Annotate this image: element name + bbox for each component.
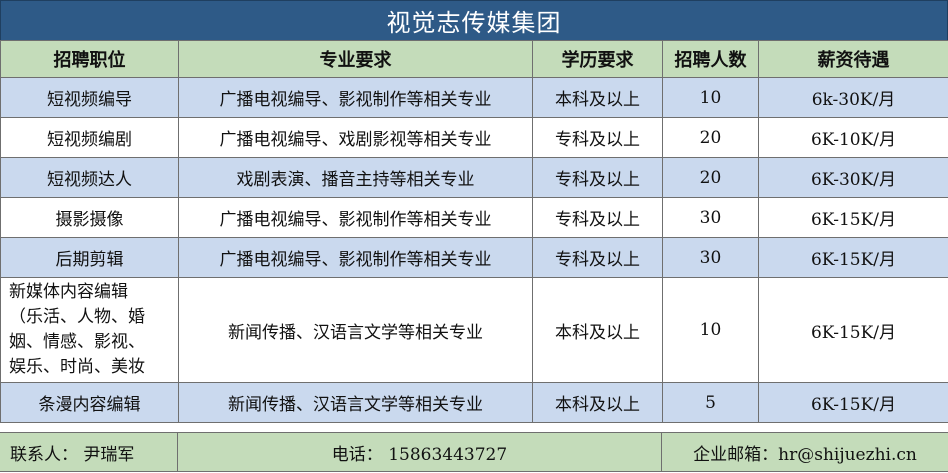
table-row: 短视频编剧 广播电视编导、戏剧影视等相关专业 专科及以上 20 6K-10K/月	[0, 117, 948, 158]
cell-count: 30	[662, 197, 759, 238]
table-row: 后期剪辑 广播电视编导、影视制作等相关专业 专科及以上 30 6K-15K/月	[0, 237, 948, 278]
cell-major: 广播电视编导、影视制作等相关专业	[178, 197, 533, 238]
cell-salary: 6K-30K/月	[758, 157, 948, 198]
position-line: 姻、情感、影视、	[9, 332, 145, 352]
position-line: 娱乐、时尚、美妆	[9, 357, 145, 377]
cell-education: 本科及以上	[532, 382, 663, 423]
table-row: 新媒体内容编辑 （乐活、人物、婚 姻、情感、影视、 娱乐、时尚、美妆 新闻传播、…	[0, 277, 948, 383]
contact-email: 企业邮箱：hr@shijuezhi.cn	[693, 444, 917, 465]
cell-position: 短视频编剧	[0, 117, 179, 158]
cell-major: 新闻传播、汉语言文学等相关专业	[178, 382, 533, 423]
company-title: 视觉志传媒集团	[0, 0, 948, 41]
cell-education: 专科及以上	[532, 237, 663, 278]
cell-major: 广播电视编导、戏剧影视等相关专业	[178, 117, 533, 158]
header-education: 学历要求	[532, 40, 663, 78]
contact-phone: 电话： 15863443727	[178, 433, 662, 471]
cell-salary: 6K-15K/月	[758, 197, 948, 238]
position-line: 新媒体内容编辑	[9, 282, 128, 302]
header-row: 招聘职位 专业要求 学历要求 招聘人数 薪资待遇	[0, 40, 948, 78]
cell-position-multiline: 新媒体内容编辑 （乐活、人物、婚 姻、情感、影视、 娱乐、时尚、美妆	[0, 277, 179, 383]
cell-salary: 6k-30K/月	[758, 77, 948, 118]
cell-salary: 6K-15K/月	[758, 237, 948, 278]
cell-count: 10	[662, 277, 759, 383]
cell-major: 戏剧表演、播音主持等相关专业	[178, 157, 533, 198]
position-line: （乐活、人物、婚	[9, 307, 145, 327]
cell-position: 条漫内容编辑	[0, 382, 179, 423]
cell-education: 专科及以上	[532, 117, 663, 158]
contact-person: 联系人： 尹瑞军	[0, 433, 178, 471]
table-row: 短视频达人 戏剧表演、播音主持等相关专业 专科及以上 20 6K-30K/月	[0, 157, 948, 198]
cell-count: 10	[662, 77, 759, 118]
cell-position: 摄影摄像	[0, 197, 179, 238]
header-count: 招聘人数	[662, 40, 759, 78]
table-row: 条漫内容编辑 新闻传播、汉语言文学等相关专业 本科及以上 5 6K-15K/月	[0, 382, 948, 423]
recruitment-sheet: 视觉志传媒集团 招聘职位 专业要求 学历要求 招聘人数 薪资待遇 短视频编导 广…	[0, 0, 948, 473]
header-salary: 薪资待遇	[758, 40, 948, 78]
cell-count: 20	[662, 157, 759, 198]
cell-education: 专科及以上	[532, 157, 663, 198]
cell-count: 30	[662, 237, 759, 278]
recruitment-table: 招聘职位 专业要求 学历要求 招聘人数 薪资待遇 短视频编导 广播电视编导、影视…	[0, 40, 948, 423]
cell-salary: 6K-15K/月	[758, 277, 948, 383]
cell-count: 20	[662, 117, 759, 158]
cell-position: 后期剪辑	[0, 237, 179, 278]
cell-education: 专科及以上	[532, 197, 663, 238]
cell-education: 本科及以上	[532, 277, 663, 383]
cell-count: 5	[662, 382, 759, 423]
cell-position: 短视频编导	[0, 77, 179, 118]
contact-footer: 联系人： 尹瑞军 电话： 15863443727 企业邮箱：hr@shijuez…	[0, 432, 948, 472]
cell-major: 广播电视编导、影视制作等相关专业	[178, 237, 533, 278]
cell-position: 短视频达人	[0, 157, 179, 198]
table-row: 短视频编导 广播电视编导、影视制作等相关专业 本科及以上 10 6k-30K/月	[0, 77, 948, 118]
cell-salary: 6K-15K/月	[758, 382, 948, 423]
header-position: 招聘职位	[0, 40, 179, 78]
cell-major: 广播电视编导、影视制作等相关专业	[178, 77, 533, 118]
cell-major: 新闻传播、汉语言文学等相关专业	[178, 277, 533, 383]
cell-education: 本科及以上	[532, 77, 663, 118]
table-row: 摄影摄像 广播电视编导、影视制作等相关专业 专科及以上 30 6K-15K/月	[0, 197, 948, 238]
cell-salary: 6K-10K/月	[758, 117, 948, 158]
header-major: 专业要求	[178, 40, 533, 78]
